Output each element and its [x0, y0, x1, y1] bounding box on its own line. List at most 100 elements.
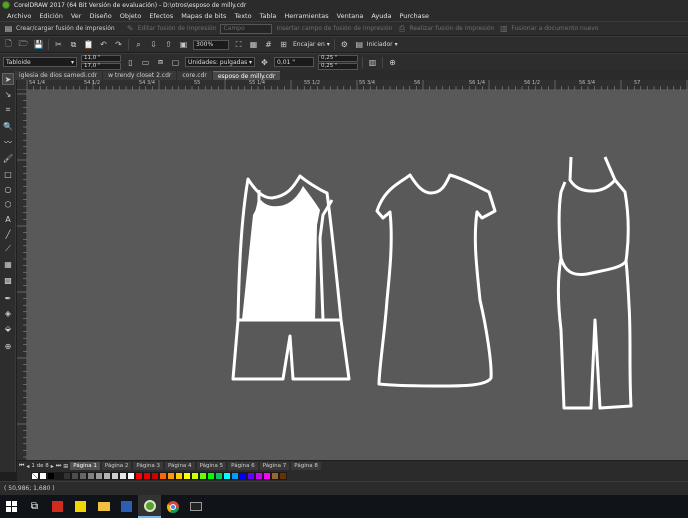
color-swatch[interactable]: [63, 472, 71, 480]
insert-field-button[interactable]: Insertar campo de fusión de impresión: [276, 25, 392, 32]
table-tool-icon[interactable]: ▦: [2, 258, 14, 270]
color-swatch[interactable]: [279, 472, 287, 480]
color-swatch[interactable]: [151, 472, 159, 480]
crop-tool-icon[interactable]: ⌗: [2, 104, 14, 116]
export-icon[interactable]: ⇧: [163, 39, 174, 50]
smart-fill-icon[interactable]: ⬙: [2, 322, 14, 334]
pattern-tool-icon[interactable]: ▩: [2, 274, 14, 286]
paste-icon[interactable]: 📋: [83, 39, 94, 50]
connector-tool-icon[interactable]: ╱: [2, 228, 14, 240]
color-swatch[interactable]: [71, 472, 79, 480]
ellipse-tool-icon[interactable]: ○: [2, 183, 14, 195]
color-swatch[interactable]: [127, 472, 135, 480]
units-dropdown[interactable]: Unidades: pulgadas ▾: [185, 57, 255, 67]
full-screen-icon[interactable]: ⛶: [233, 39, 244, 50]
color-swatch[interactable]: [271, 472, 279, 480]
duplicate-x-field[interactable]: 0,25 ": [318, 54, 358, 62]
menu-ventana[interactable]: Ventana: [333, 12, 368, 20]
color-swatch[interactable]: [87, 472, 95, 480]
dimension-tool-icon[interactable]: ⟋: [2, 243, 14, 255]
color-swatch[interactable]: [223, 472, 231, 480]
menu-herramientas[interactable]: Herramientas: [280, 12, 332, 20]
cami-capri-drawing[interactable]: [556, 156, 633, 410]
drawing-area[interactable]: [27, 90, 688, 460]
redo-icon[interactable]: ↷: [113, 39, 124, 50]
page-tab[interactable]: Página 6: [228, 462, 258, 470]
page-tab[interactable]: Página 1: [70, 462, 100, 470]
add-icon[interactable]: ⊕: [387, 57, 398, 68]
next-page-icon[interactable]: ▸: [51, 463, 54, 470]
color-swatch[interactable]: [239, 472, 247, 480]
interactive-fill-icon[interactable]: ◈: [2, 307, 14, 319]
current-page-icon[interactable]: ▢: [170, 57, 181, 68]
edit-merge-button[interactable]: ✎ Editar fusión de impresión: [125, 23, 217, 34]
zoom-level-field[interactable]: 300%: [193, 39, 229, 50]
menu-mapas-de-bits[interactable]: Mapas de bits: [177, 12, 230, 20]
color-swatch[interactable]: [103, 472, 111, 480]
doc-tab-active[interactable]: esposo de milly.cdr: [212, 71, 281, 80]
command-prompt-button[interactable]: [184, 495, 207, 518]
color-swatch[interactable]: [55, 472, 63, 480]
shape-tool-icon[interactable]: ↘: [2, 88, 14, 100]
color-swatch[interactable]: [191, 472, 199, 480]
nudge-distance-field[interactable]: 0,01 ": [274, 57, 314, 67]
color-swatch[interactable]: [199, 472, 207, 480]
color-swatch[interactable]: [135, 472, 143, 480]
color-swatch[interactable]: [47, 472, 55, 480]
color-swatch[interactable]: [183, 472, 191, 480]
vertical-ruler[interactable]: [17, 90, 27, 460]
menu-edicion[interactable]: Edición: [35, 12, 67, 20]
publish-pdf-icon[interactable]: ▣: [178, 39, 189, 50]
search-content-icon[interactable]: ⌕: [133, 39, 144, 50]
artistic-media-icon[interactable]: 🖌: [2, 152, 14, 164]
add-page-icon[interactable]: ⊞: [63, 463, 68, 470]
first-page-icon[interactable]: ⏮: [19, 462, 24, 470]
last-page-icon[interactable]: ⏭: [56, 462, 61, 470]
doc-tab[interactable]: w trendy closet 2.cdr: [103, 71, 177, 80]
duplicate-y-field[interactable]: 0,25 ": [318, 62, 358, 70]
paper-size-dropdown[interactable]: Tabloide ▾: [3, 57, 77, 67]
doc-merge-button[interactable]: ▥ Fusionar a documento nuevo: [498, 23, 598, 34]
page-options-icon[interactable]: ▥: [367, 57, 378, 68]
coreldraw-taskbar-button[interactable]: [138, 495, 161, 518]
freehand-tool-icon[interactable]: 〰: [2, 136, 14, 148]
application-launcher[interactable]: ▤ Iniciador ▾: [354, 39, 398, 50]
copy-icon[interactable]: ⧉: [68, 39, 79, 50]
color-swatch[interactable]: [175, 472, 183, 480]
doc-tab[interactable]: core.cdr: [177, 71, 212, 80]
page-tab[interactable]: Página 2: [101, 462, 132, 470]
zoom-tool-icon[interactable]: 🔍: [2, 120, 14, 132]
rectangle-tool-icon[interactable]: □: [2, 168, 14, 180]
menu-diseno[interactable]: Diseño: [85, 12, 115, 20]
color-swatch[interactable]: [159, 472, 167, 480]
polygon-tool-icon[interactable]: ⬡: [2, 198, 14, 210]
menu-objeto[interactable]: Objeto: [116, 12, 146, 20]
color-swatch[interactable]: [255, 472, 263, 480]
task-view-button[interactable]: ⧉: [23, 495, 46, 518]
open-folder-icon[interactable]: 🗁: [18, 39, 29, 50]
color-swatch[interactable]: [39, 472, 47, 480]
drawing-canvas[interactable]: [27, 90, 688, 460]
page-width-field[interactable]: 11,0 ": [81, 54, 121, 62]
page-tab[interactable]: Página 5: [196, 462, 227, 470]
color-swatch[interactable]: [247, 472, 255, 480]
add-tool-icon[interactable]: ⊕: [2, 340, 14, 352]
menu-purchase[interactable]: Purchase: [395, 12, 433, 20]
menu-archivo[interactable]: Archivo: [3, 12, 35, 20]
color-swatch[interactable]: [143, 472, 151, 480]
text-tool-icon[interactable]: A: [2, 213, 14, 225]
create-merge-button[interactable]: ▤ Crear/cargar fusión de impresión: [3, 23, 115, 34]
menu-ver[interactable]: Ver: [67, 12, 86, 20]
page-tab[interactable]: Página 3: [133, 462, 163, 470]
chrome-button[interactable]: [161, 495, 184, 518]
show-rulers-icon[interactable]: ▦: [248, 39, 259, 50]
import-icon[interactable]: ⇩: [148, 39, 159, 50]
show-guides-icon[interactable]: ⊞: [278, 39, 289, 50]
dress-drawing[interactable]: [375, 173, 497, 388]
color-swatch[interactable]: [95, 472, 103, 480]
start-button[interactable]: [0, 495, 23, 518]
eyedropper-tool-icon[interactable]: ✒: [2, 292, 14, 304]
cut-icon[interactable]: ✂: [53, 39, 64, 50]
undo-icon[interactable]: ↶: [98, 39, 109, 50]
pick-tool-icon[interactable]: ➤: [2, 73, 14, 85]
